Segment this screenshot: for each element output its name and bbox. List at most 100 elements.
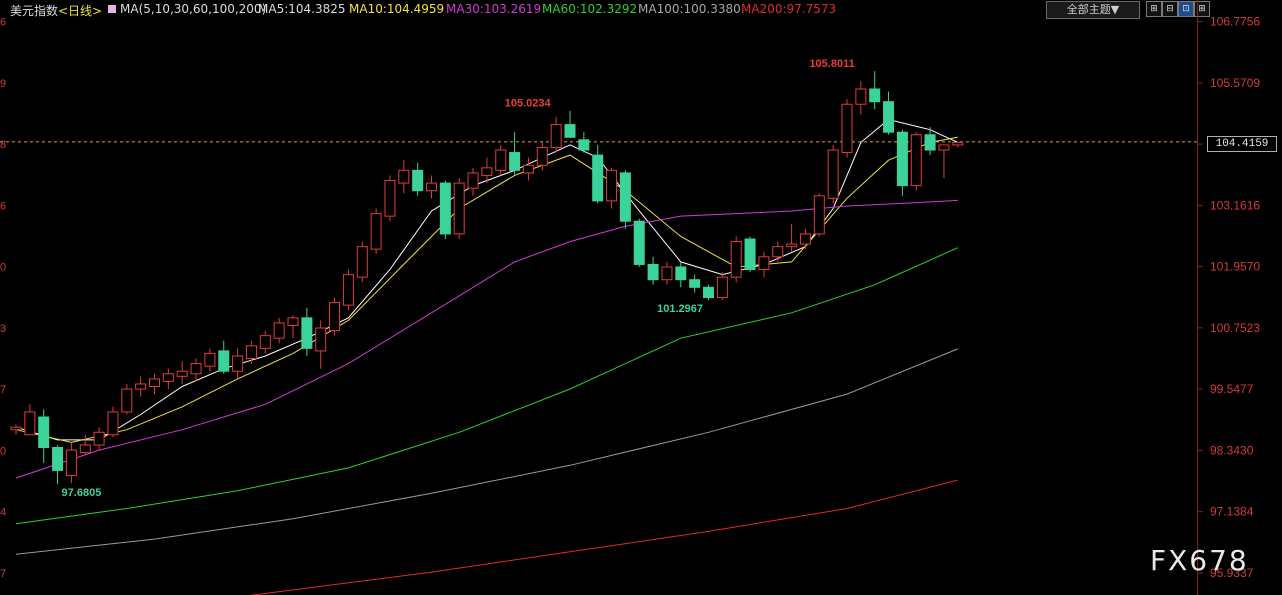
candle-body bbox=[855, 88, 867, 105]
candle-body bbox=[190, 363, 202, 375]
period-label[interactable]: <日线> bbox=[58, 2, 102, 19]
candle-body bbox=[52, 447, 64, 471]
candle-body bbox=[799, 233, 811, 245]
candle-body bbox=[924, 134, 936, 151]
fx678-watermark: FX678 bbox=[1150, 544, 1249, 577]
candle-body bbox=[370, 213, 382, 250]
grid-toggle-icon[interactable]: ⊞ bbox=[1146, 1, 1162, 17]
candle-body bbox=[412, 169, 424, 192]
candle-body bbox=[495, 149, 507, 171]
candle-body bbox=[883, 101, 895, 133]
left-axis-digit: 0 bbox=[0, 262, 6, 274]
candle-body bbox=[716, 276, 728, 298]
chart-header: 美元指数 <日线> MA(5,10,30,60,100,200) MA5:104… bbox=[0, 0, 1282, 20]
ma-line-ma30 bbox=[15, 199, 958, 479]
price-axis bbox=[1197, 0, 1282, 595]
candle-body bbox=[896, 131, 908, 187]
left-axis-digit: 6 bbox=[0, 200, 6, 212]
candle-body bbox=[536, 146, 548, 166]
candle-body bbox=[869, 88, 881, 103]
candle-body bbox=[481, 167, 493, 176]
candle-body bbox=[786, 243, 798, 248]
panel-icon[interactable]: ⊡ bbox=[1178, 1, 1194, 17]
candle-body bbox=[24, 411, 36, 436]
candle-body bbox=[758, 256, 770, 271]
ma-params: MA(5,10,30,60,100,200) bbox=[120, 2, 267, 16]
candle-body bbox=[162, 373, 174, 382]
candle-body bbox=[342, 274, 354, 306]
candle-body bbox=[689, 279, 701, 288]
theme-dropdown-button[interactable]: 全部主题▼ bbox=[1046, 1, 1140, 19]
candle-body bbox=[426, 182, 437, 192]
ma30-value: MA30:103.2619 bbox=[446, 2, 542, 16]
candle-body bbox=[79, 444, 91, 454]
candle-body bbox=[827, 149, 839, 199]
candle-body bbox=[356, 246, 368, 278]
candle-body bbox=[384, 180, 396, 217]
left-axis-digit: 3 bbox=[0, 323, 6, 335]
candle-body bbox=[65, 449, 77, 476]
candle-body bbox=[315, 327, 327, 352]
candle-body bbox=[509, 152, 521, 171]
candle-body bbox=[675, 266, 687, 281]
candle-body bbox=[453, 182, 465, 235]
candle-body bbox=[730, 241, 742, 278]
ma-line-ma200 bbox=[249, 479, 958, 595]
candle-body bbox=[135, 383, 147, 390]
left-axis-digit: 7 bbox=[0, 568, 6, 580]
candle-body bbox=[744, 238, 756, 271]
current-price-label: 104.4159 bbox=[1207, 136, 1277, 152]
left-axis-digit: 9 bbox=[0, 78, 6, 90]
candle-body bbox=[287, 317, 299, 326]
candle-body bbox=[467, 172, 479, 189]
candle-body bbox=[619, 172, 631, 222]
candle-body bbox=[578, 139, 590, 151]
candle-body bbox=[301, 317, 313, 349]
collapse-icon[interactable]: ⊟ bbox=[1162, 1, 1178, 17]
candle-body bbox=[218, 350, 230, 372]
ma-color-swatch bbox=[108, 5, 116, 13]
extreme-label: 101.2967 bbox=[657, 303, 703, 315]
candle-body bbox=[813, 195, 825, 235]
candle-body bbox=[329, 302, 341, 332]
ma10-value: MA10:104.4959 bbox=[349, 2, 445, 16]
candle-body bbox=[121, 388, 133, 413]
extreme-label: 105.8011 bbox=[809, 58, 854, 70]
candle-body bbox=[841, 103, 853, 154]
kline-chart: 105.8011105.023497.6805101.2967106.77561… bbox=[0, 15, 1260, 595]
candle-body bbox=[592, 154, 604, 202]
ma100-value: MA100:100.3380 bbox=[638, 2, 741, 16]
candle-body bbox=[273, 322, 285, 339]
candle-body bbox=[522, 164, 534, 174]
candle-body bbox=[245, 345, 257, 360]
candle-body bbox=[38, 416, 50, 449]
candle-body bbox=[398, 169, 410, 184]
candle-body bbox=[661, 266, 673, 281]
candle-body bbox=[232, 355, 244, 372]
ma60-value: MA60:102.3292 bbox=[542, 2, 638, 16]
candle-body bbox=[149, 378, 160, 387]
candle-body bbox=[564, 124, 576, 138]
candle-body bbox=[259, 335, 271, 349]
candle-body bbox=[633, 220, 645, 265]
candle-body bbox=[107, 411, 119, 436]
candle-body bbox=[772, 246, 784, 258]
candle-body bbox=[93, 431, 105, 446]
candle-body bbox=[606, 169, 618, 202]
extreme-label: 97.6805 bbox=[62, 487, 102, 499]
left-axis-digit: 4 bbox=[0, 507, 6, 519]
index-name: 美元指数 bbox=[10, 4, 59, 18]
left-axis-digit: 8 bbox=[0, 139, 6, 151]
extreme-label: 105.0234 bbox=[505, 98, 552, 110]
candle-body bbox=[439, 182, 451, 235]
candle-body bbox=[952, 141, 964, 146]
candle-body bbox=[204, 352, 216, 367]
candle-body bbox=[647, 263, 659, 281]
candle-body bbox=[910, 134, 922, 187]
candle-body bbox=[703, 286, 714, 299]
candle-body bbox=[938, 144, 950, 151]
left-axis-digit: 7 bbox=[0, 384, 6, 396]
ma5-value: MA5:104.3825 bbox=[258, 2, 346, 16]
left-axis-digit: 0 bbox=[0, 445, 6, 457]
candle-body bbox=[10, 426, 22, 431]
